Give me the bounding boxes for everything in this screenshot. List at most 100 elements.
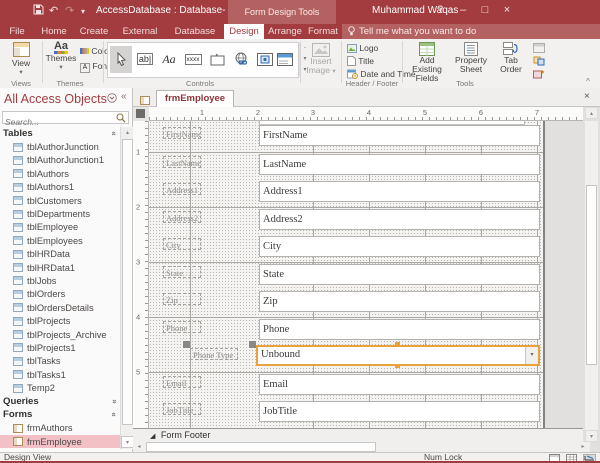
nav-item-table[interactable]: tblProjects_Archive xyxy=(0,328,120,341)
field-label-jobtitle[interactable]: JobTitle xyxy=(163,403,201,415)
form-selector-box[interactable] xyxy=(136,109,145,118)
field-label-firstname[interactable]: FirstName xyxy=(163,127,201,139)
nav-section-queries[interactable]: Queries« xyxy=(0,395,120,408)
shutter-close-icon[interactable]: « xyxy=(121,91,127,102)
label-move-handle[interactable] xyxy=(183,341,190,348)
label-control[interactable]: Aa xyxy=(158,46,180,73)
field-label-lastname[interactable]: LastName xyxy=(163,156,201,168)
tab-design[interactable]: Design xyxy=(224,24,264,39)
field-textbox-zip[interactable]: Zip xyxy=(259,291,540,312)
phone-type-combobox-selected[interactable]: Unbound ▾ xyxy=(256,345,540,366)
nav-item-form-selected[interactable]: frmEmployee xyxy=(0,435,120,448)
navigation-control[interactable] xyxy=(254,46,276,73)
collapse-ribbon-icon[interactable]: ^ xyxy=(586,77,590,86)
title-button[interactable]: Title xyxy=(347,56,374,66)
property-sheet-button[interactable]: Property Sheet xyxy=(451,42,491,74)
tab-control[interactable] xyxy=(206,46,228,73)
search-icon[interactable] xyxy=(116,113,126,123)
select-pointer-control[interactable] xyxy=(110,46,132,73)
nav-item-table[interactable]: Temp2 xyxy=(0,381,120,394)
field-textbox-address1[interactable]: Address1 xyxy=(259,181,540,202)
nav-item-table[interactable]: tblCustomers xyxy=(0,194,120,207)
scroll-down-icon[interactable]: ▾ xyxy=(585,430,598,442)
field-textbox-email[interactable]: Email xyxy=(259,374,540,395)
nav-scrollbar[interactable]: ▴ ▾ xyxy=(120,127,133,449)
close-button[interactable]: × xyxy=(499,4,515,16)
button-control[interactable]: xxxx xyxy=(182,46,204,73)
field-label-address1[interactable]: Address1 xyxy=(163,183,201,195)
form-right-edge[interactable] xyxy=(543,121,545,428)
tab-create[interactable]: Create xyxy=(76,24,112,39)
combobox-control[interactable] xyxy=(274,46,296,73)
design-horizontal-scrollbar[interactable]: ◂ ▸ xyxy=(133,442,590,452)
field-label-state[interactable]: State xyxy=(163,266,201,278)
field-label-phone-type[interactable]: Phone Type xyxy=(190,348,238,360)
nav-item-table[interactable]: tblEmployee xyxy=(0,221,120,234)
qat-customize-icon[interactable]: ▾ xyxy=(81,7,85,16)
nav-item-table[interactable]: tblOrdersDetails xyxy=(0,301,120,314)
nav-item-table[interactable]: tblProjects xyxy=(0,314,120,327)
nav-item-table[interactable]: tblEmployees xyxy=(0,234,120,247)
save-icon[interactable] xyxy=(33,4,44,15)
resize-handle-bottom[interactable] xyxy=(395,364,400,368)
tab-file[interactable]: File xyxy=(2,24,32,39)
nav-item-table[interactable]: tblTasks1 xyxy=(0,368,120,381)
tab-format[interactable]: Format xyxy=(304,24,342,39)
help-button[interactable]: ? xyxy=(432,4,448,16)
field-textbox-address2[interactable]: Address2 xyxy=(259,209,540,230)
tab-order-button[interactable]: Tab Order xyxy=(493,42,529,74)
add-existing-fields-button[interactable]: Add Existing Fields xyxy=(405,42,449,83)
nav-section-tables[interactable]: Tables« xyxy=(0,127,120,140)
tab-external-data[interactable]: External Data xyxy=(113,24,167,39)
field-textbox-phone[interactable]: Phone xyxy=(259,319,540,340)
scroll-right-icon[interactable]: ▸ xyxy=(577,442,589,452)
field-textbox-city[interactable]: City xyxy=(259,236,540,257)
combo-move-handle[interactable] xyxy=(249,341,256,348)
nav-item-form[interactable]: frmAuthors xyxy=(0,422,120,435)
vertical-scrollbar-thumb[interactable] xyxy=(586,185,597,365)
nav-item-table[interactable]: tblDepartments xyxy=(0,207,120,220)
logo-button[interactable]: Logo xyxy=(347,43,378,53)
horizontal-ruler[interactable]: 1 2 3 4 5 6 7 xyxy=(149,107,583,121)
nav-item-table[interactable]: tblAuthors1 xyxy=(0,181,120,194)
tab-database-tools[interactable]: Database Tools xyxy=(166,24,224,39)
nav-scrollbar-thumb[interactable] xyxy=(122,139,133,425)
design-vertical-scrollbar[interactable] xyxy=(585,121,598,430)
view-code-button[interactable] xyxy=(533,56,545,66)
field-textbox-firstname[interactable]: FirstName xyxy=(259,125,540,146)
field-label-address2[interactable]: Address2 xyxy=(163,211,201,223)
undo-icon[interactable]: ↶ xyxy=(49,4,58,17)
nav-menu-icon[interactable] xyxy=(107,93,117,103)
field-label-city[interactable]: City xyxy=(163,238,201,250)
nav-item-table[interactable]: tblJobs xyxy=(0,274,120,287)
textbox-control[interactable]: ab| xyxy=(134,46,156,73)
field-label-phone[interactable]: Phone xyxy=(163,321,201,333)
redo-icon[interactable]: ↷ xyxy=(65,4,74,17)
field-textbox-lastname[interactable]: LastName xyxy=(259,154,540,175)
nav-item-table[interactable]: tblHRData xyxy=(0,248,120,261)
convert-macros-button[interactable] xyxy=(533,69,545,79)
scroll-up-icon[interactable]: ▴ xyxy=(585,107,598,119)
scroll-left-icon[interactable]: ◂ xyxy=(133,442,145,452)
field-textbox-state[interactable]: State xyxy=(259,264,540,285)
nav-item-table[interactable]: tblAuthorJunction1 xyxy=(0,154,120,167)
form-footer-section-bar[interactable]: ◢ Form Footer xyxy=(133,428,583,442)
themes-button[interactable]: Aa Themes ▾ xyxy=(45,42,77,72)
combobox-dropdown-button[interactable]: ▾ xyxy=(525,347,538,364)
minimize-button[interactable]: – xyxy=(455,4,471,16)
nav-item-table[interactable]: tblAuthors xyxy=(0,167,120,180)
tellme-box[interactable]: Tell me what you want to do xyxy=(342,24,600,39)
search-input[interactable] xyxy=(3,117,113,127)
nav-item-table[interactable]: tblTasks xyxy=(0,355,120,368)
nav-item-table[interactable]: tblHRData1 xyxy=(0,261,120,274)
document-tab-frmemployee[interactable]: frmEmployee xyxy=(156,90,234,107)
nav-section-forms[interactable]: Forms« xyxy=(0,408,120,421)
tab-arrange[interactable]: Arrange xyxy=(265,24,305,39)
tab-home[interactable]: Home xyxy=(36,24,72,39)
view-button[interactable]: View ▾ xyxy=(7,42,35,77)
maximize-button[interactable]: □ xyxy=(477,4,493,16)
nav-item-table[interactable]: tblAuthorJunction xyxy=(0,140,120,153)
horizontal-scrollbar-thumb[interactable] xyxy=(146,442,376,452)
subform-new-window-button[interactable] xyxy=(533,43,545,53)
field-label-zip[interactable]: Zip xyxy=(163,293,201,305)
